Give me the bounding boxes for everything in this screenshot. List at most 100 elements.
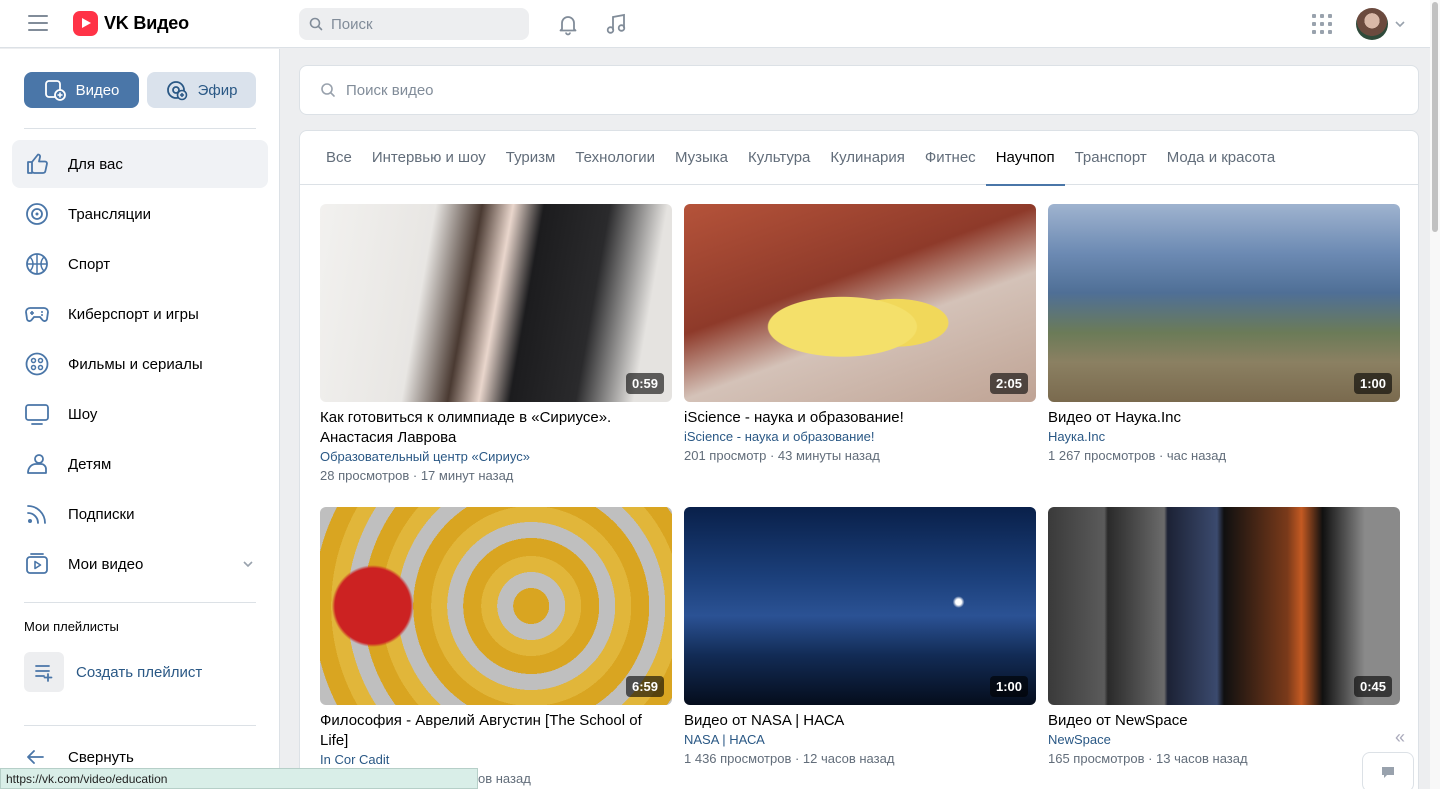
video-card[interactable]: 0:45 Видео от NewSpace NewSpace 165 прос… (1048, 507, 1400, 789)
collapse-button[interactable]: Свернуть (24, 746, 134, 768)
sidebar-item-label: Подписки (68, 505, 135, 523)
video-duration: 6:59 (625, 676, 664, 697)
video-search-input[interactable] (346, 81, 1246, 99)
video-title[interactable]: iScience - наука и образование! (684, 408, 1036, 428)
live-button[interactable]: Эфир (147, 72, 256, 108)
avatar[interactable] (1356, 8, 1388, 40)
tab-technology[interactable]: Технологии (565, 131, 665, 185)
status-bar-url: https://vk.com/video/education (0, 768, 478, 789)
video-duration: 0:45 (1353, 676, 1392, 697)
sidebar-item-label: Киберспорт и игры (68, 305, 199, 323)
video-duration: 1:00 (1353, 373, 1392, 394)
sidebar-item-sport[interactable]: Спорт (12, 240, 268, 288)
apps-grid-icon[interactable] (1312, 14, 1332, 34)
video-card[interactable]: 6:59 Философия - Аврелий Августин [The S… (320, 507, 672, 789)
tv-icon (24, 401, 50, 427)
tab-transport[interactable]: Транспорт (1065, 131, 1157, 185)
sidebar-item-for-you[interactable]: Для вас (12, 140, 268, 188)
sidebar-item-esports[interactable]: Киберспорт и игры (12, 290, 268, 338)
tab-culture[interactable]: Культура (738, 131, 820, 185)
gamepad-icon (24, 301, 50, 327)
video-channel[interactable]: In Cor Cadit (320, 751, 672, 769)
video-title[interactable]: Видео от NASA | НАСА (684, 711, 1036, 731)
video-thumbnail[interactable]: 0:45 (1048, 507, 1400, 705)
tab-tourism[interactable]: Туризм (496, 131, 566, 185)
video-thumbnail[interactable]: 1:00 (684, 507, 1036, 705)
bell-icon[interactable] (556, 12, 580, 36)
video-search-box[interactable] (299, 65, 1419, 115)
scrollbar-thumb[interactable] (1432, 2, 1438, 232)
video-title[interactable]: Философия - Аврелий Августин [The School… (320, 711, 672, 751)
create-playlist-button[interactable]: Создать плейлист (24, 652, 202, 692)
video-channel[interactable]: Наука.Inc (1048, 428, 1400, 446)
ball-icon (24, 251, 50, 277)
video-catalog: Все Интервью и шоу Туризм Технологии Муз… (299, 130, 1419, 789)
tab-interviews[interactable]: Интервью и шоу (362, 131, 496, 185)
rss-icon (24, 501, 50, 527)
top-bar: VK Видео (0, 0, 1440, 48)
video-channel[interactable]: NewSpace (1048, 731, 1400, 749)
video-card[interactable]: 0:59 Как готовиться к олимпиаде в «Сириу… (320, 204, 672, 507)
collapse-label: Свернуть (68, 748, 134, 766)
hamburger-menu-icon[interactable] (28, 15, 48, 33)
left-sidebar: Видео Эфир Для вас Трансляции Спорт Кибе… (0, 49, 280, 789)
tab-cooking[interactable]: Кулинария (820, 131, 915, 185)
chevron-down-icon[interactable] (1394, 18, 1406, 30)
video-title[interactable]: Видео от NewSpace (1048, 711, 1400, 731)
my-video-icon (24, 551, 50, 577)
sidebar-item-label: Мои видео (68, 555, 144, 573)
thumbs-up-icon (24, 151, 50, 177)
video-title[interactable]: Как готовиться к олимпиаде в «Сириусе». … (320, 408, 672, 448)
video-thumbnail[interactable]: 6:59 (320, 507, 672, 705)
vk-video-logo[interactable]: VK Видео (73, 11, 189, 36)
chevron-down-icon[interactable] (242, 558, 254, 570)
video-duration: 1:00 (989, 676, 1028, 697)
broadcast-icon (24, 201, 50, 227)
sidebar-item-label: Трансляции (68, 205, 152, 223)
video-button[interactable]: Видео (24, 72, 139, 108)
video-meta: 28 просмотров · 17 минут назад (320, 468, 514, 483)
tab-music[interactable]: Музыка (665, 131, 738, 185)
sidebar-item-my-videos[interactable]: Мои видео (12, 540, 268, 588)
double-chevron-left-icon[interactable]: « (1395, 727, 1405, 748)
create-playlist-label: Создать плейлист (76, 663, 203, 681)
top-search-input[interactable] (331, 15, 511, 33)
arrow-left-icon (27, 750, 44, 764)
video-meta: 165 просмотров · 13 часов назад (1048, 751, 1248, 766)
video-meta: 201 просмотр · 43 минуты назад (684, 448, 880, 463)
chat-button[interactable] (1362, 752, 1414, 789)
page-scrollbar[interactable] (1430, 0, 1440, 789)
tab-science[interactable]: Научпоп (985, 131, 1065, 186)
sidebar-item-films[interactable]: Фильмы и сериалы (12, 340, 268, 388)
film-reel-icon (24, 351, 50, 377)
video-channel[interactable]: NASA | НАСА (684, 731, 1036, 749)
sidebar-item-label: Фильмы и сериалы (68, 355, 203, 373)
video-grid: 0:59 Как готовиться к олимпиаде в «Сириу… (320, 204, 1400, 789)
video-thumbnail[interactable]: 0:59 (320, 204, 672, 402)
video-thumbnail[interactable]: 2:05 (684, 204, 1036, 402)
music-note-icon[interactable] (604, 12, 628, 36)
video-channel[interactable]: iScience - наука и образование! (684, 428, 1036, 446)
sidebar-item-label: Для вас (68, 155, 123, 173)
video-title[interactable]: Видео от Наука.Inc (1048, 408, 1400, 428)
video-card[interactable]: 1:00 Видео от NASA | НАСА NASA | НАСА 1 … (684, 507, 1036, 789)
sidebar-item-kids[interactable]: Детям (12, 440, 268, 488)
video-meta: 1 436 просмотров · 12 часов назад (684, 751, 895, 766)
video-channel[interactable]: Образовательный центр «Сириус» (320, 448, 672, 466)
video-duration: 2:05 (989, 373, 1028, 394)
top-search-box[interactable] (299, 8, 529, 40)
tab-fashion[interactable]: Мода и красота (1157, 131, 1285, 185)
video-card[interactable]: 2:05 iScience - наука и образование! iSc… (684, 204, 1036, 507)
video-card[interactable]: 1:00 Видео от Наука.Inc Наука.Inc 1 267 … (1048, 204, 1400, 507)
tab-all[interactable]: Все (316, 131, 362, 185)
video-meta: 1 267 просмотров · час назад (1048, 448, 1227, 463)
sidebar-item-show[interactable]: Шоу (12, 390, 268, 438)
sidebar-item-broadcasts[interactable]: Трансляции (12, 190, 268, 238)
sidebar-divider (24, 128, 256, 129)
video-button-label: Видео (75, 81, 120, 99)
video-thumbnail[interactable]: 1:00 (1048, 204, 1400, 402)
playlists-title: Мои плейлисты (24, 619, 119, 634)
sidebar-item-subscriptions[interactable]: Подписки (12, 490, 268, 538)
video-upload-icon (44, 80, 66, 101)
tab-fitness[interactable]: Фитнес (915, 131, 986, 185)
